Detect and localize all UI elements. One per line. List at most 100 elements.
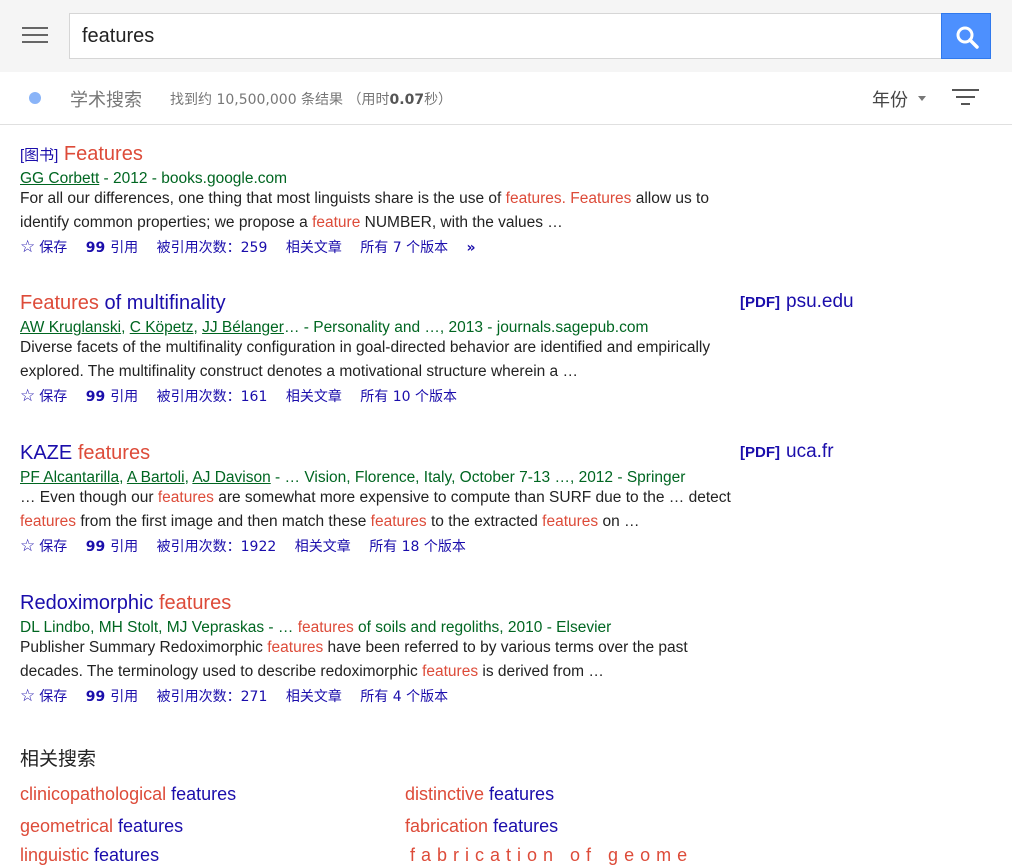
related-search-text[interactable]: features: [166, 784, 236, 804]
search-input[interactable]: [69, 13, 941, 59]
author-link[interactable]: AW Kruglanski: [20, 319, 121, 336]
meta-rest: - 2012 - books.google.com: [99, 170, 288, 187]
save-link[interactable]: 保存: [39, 240, 67, 256]
related-search-text[interactable]: features: [484, 784, 554, 804]
author-link[interactable]: PF Alcantarilla: [20, 469, 119, 486]
scholar-logo-icon[interactable]: [29, 92, 41, 104]
pdf-tag[interactable]: [PDF]: [740, 294, 780, 311]
cited-by-link[interactable]: 被引用次数：259: [157, 240, 268, 256]
meta-highlight: features: [297, 619, 354, 636]
save-link[interactable]: 保存: [39, 539, 67, 555]
related-search-highlight[interactable]: clinicopathological: [20, 784, 166, 804]
versions-link[interactable]: 所有 18 个版本: [369, 539, 466, 555]
author-link[interactable]: JJ Bélanger: [202, 319, 284, 336]
result-item: Redoximorphic features DL Lindbo, MH Sto…: [20, 592, 1000, 717]
quote-icon[interactable]: 99: [86, 240, 105, 256]
snippet-text: is derived from …: [478, 663, 604, 680]
filter-icon[interactable]: [952, 88, 979, 108]
pdf-domain[interactable]: psu.edu: [786, 291, 854, 312]
result-actions: ☆ 保存 99 引用 被引用次数：161 相关文章 所有 10 个版本: [20, 386, 471, 406]
related-search-link[interactable]: linguistic features: [20, 845, 159, 866]
book-badge: [图书]: [20, 147, 59, 164]
snippet-text: from the first image and then match thes…: [76, 513, 371, 530]
meta-rest: of soils and regoliths, 2010 - Elsevier: [353, 619, 612, 636]
related-search-text[interactable]: features: [113, 816, 183, 836]
snippet-highlight: features: [370, 513, 427, 530]
cited-by-link[interactable]: 被引用次数：1922: [157, 539, 277, 555]
related-articles-link[interactable]: 相关文章: [286, 240, 342, 256]
author-link[interactable]: C Köpetz: [130, 319, 194, 336]
search-button[interactable]: [941, 13, 991, 59]
result-item: [图书] Features GG Corbett - 2012 - books.…: [20, 143, 1000, 268]
related-search-text[interactable]: features: [89, 845, 159, 865]
caret-down-icon[interactable]: [918, 96, 926, 101]
related-search-highlight[interactable]: fabrication: [405, 816, 488, 836]
related-search-link[interactable]: fabrication features: [405, 816, 558, 837]
related-search-highlight[interactable]: geometrical: [20, 816, 113, 836]
related-search-link[interactable]: fabrication of geome: [410, 845, 693, 866]
pdf-link[interactable]: [PDF] uca.fr: [740, 441, 834, 463]
related-search-link[interactable]: clinicopathological features: [20, 784, 236, 805]
result-title-highlight[interactable]: Features: [64, 143, 143, 165]
result-meta: AW Kruglanski, C Köpetz, JJ Bélanger… - …: [20, 319, 649, 336]
result-count: 找到约 10,500,000 条结果 （用时0.07秒）: [170, 92, 453, 108]
result-title-highlight[interactable]: Features: [20, 292, 99, 314]
quote-icon[interactable]: 99: [86, 539, 105, 555]
related-search-link[interactable]: geometrical features: [20, 816, 183, 837]
result-title-text[interactable]: of multifinality: [99, 292, 225, 314]
snippet-text: to the extracted: [426, 513, 543, 530]
related-searches-title: 相关搜索: [20, 748, 97, 770]
result-actions: ☆ 保存 99 引用 被引用次数：259 相关文章 所有 7 个版本 »: [20, 237, 490, 257]
result-title-link[interactable]: [图书] Features: [20, 143, 1000, 166]
cite-link[interactable]: 引用: [110, 539, 138, 555]
result-title-highlight[interactable]: features: [159, 592, 231, 614]
results-toolbar: [0, 72, 1012, 125]
result-meta: GG Corbett - 2012 - books.google.com: [20, 170, 287, 188]
result-snippet: For all our differences, one thing that …: [20, 187, 740, 235]
cite-link[interactable]: 引用: [110, 689, 138, 705]
related-search-highlight[interactable]: linguistic: [20, 845, 89, 865]
result-title-highlight[interactable]: features: [78, 442, 150, 464]
snippet-highlight: features: [267, 639, 324, 656]
versions-link[interactable]: 所有 4 个版本: [360, 689, 448, 705]
related-search-highlight[interactable]: distinctive: [405, 784, 484, 804]
pdf-tag[interactable]: [PDF]: [740, 444, 780, 461]
star-icon[interactable]: ☆: [20, 686, 35, 706]
snippet-text: are somewhat more expensive to compute t…: [213, 489, 731, 506]
more-chevron-icon[interactable]: »: [467, 240, 476, 256]
menu-icon[interactable]: [20, 22, 50, 50]
pdf-domain[interactable]: uca.fr: [786, 441, 834, 462]
result-title-text[interactable]: KAZE: [20, 442, 72, 464]
related-search-text[interactable]: features: [488, 816, 558, 836]
snippet-text: For all our differences, one thing that …: [20, 190, 506, 207]
quote-icon[interactable]: 99: [86, 389, 105, 405]
cite-link[interactable]: 引用: [110, 389, 138, 405]
scholar-title[interactable]: 学术搜索: [70, 86, 142, 112]
snippet-highlight: features: [20, 513, 77, 530]
author-link[interactable]: AJ Davison: [192, 469, 270, 486]
year-filter[interactable]: 年份: [872, 86, 908, 112]
cite-link[interactable]: 引用: [110, 240, 138, 256]
versions-link[interactable]: 所有 7 个版本: [360, 240, 448, 256]
cited-by-link[interactable]: 被引用次数：161: [157, 389, 268, 405]
save-link[interactable]: 保存: [39, 689, 67, 705]
star-icon[interactable]: ☆: [20, 237, 35, 257]
quote-icon[interactable]: 99: [86, 689, 105, 705]
cited-by-link[interactable]: 被引用次数：271: [157, 689, 268, 705]
pdf-link[interactable]: [PDF] psu.edu: [740, 291, 854, 313]
versions-link[interactable]: 所有 10 个版本: [360, 389, 457, 405]
related-articles-link[interactable]: 相关文章: [286, 389, 342, 405]
related-search-link[interactable]: distinctive features: [405, 784, 554, 805]
save-link[interactable]: 保存: [39, 389, 67, 405]
result-title-text[interactable]: Redoximorphic: [20, 592, 153, 614]
related-articles-link[interactable]: 相关文章: [295, 539, 351, 555]
author-link[interactable]: GG Corbett: [20, 170, 99, 187]
related-search-highlight[interactable]: fabrication of geome: [410, 845, 693, 865]
result-title-link[interactable]: KAZE features: [20, 442, 1000, 465]
meta-rest: - …: [264, 619, 298, 636]
author-link[interactable]: A Bartoli: [127, 469, 185, 486]
star-icon[interactable]: ☆: [20, 386, 35, 406]
result-title-link[interactable]: Redoximorphic features: [20, 592, 1000, 615]
related-articles-link[interactable]: 相关文章: [286, 689, 342, 705]
star-icon[interactable]: ☆: [20, 536, 35, 556]
